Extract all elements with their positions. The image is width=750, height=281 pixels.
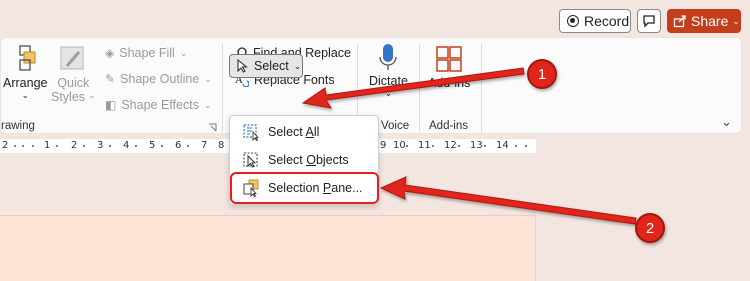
callout-badge-1: 1 [527,59,557,89]
arrow-2 [379,176,637,225]
annotation-arrows [301,67,637,225]
callout-badge-2: 2 [635,213,665,243]
arrow-1 [301,67,525,109]
